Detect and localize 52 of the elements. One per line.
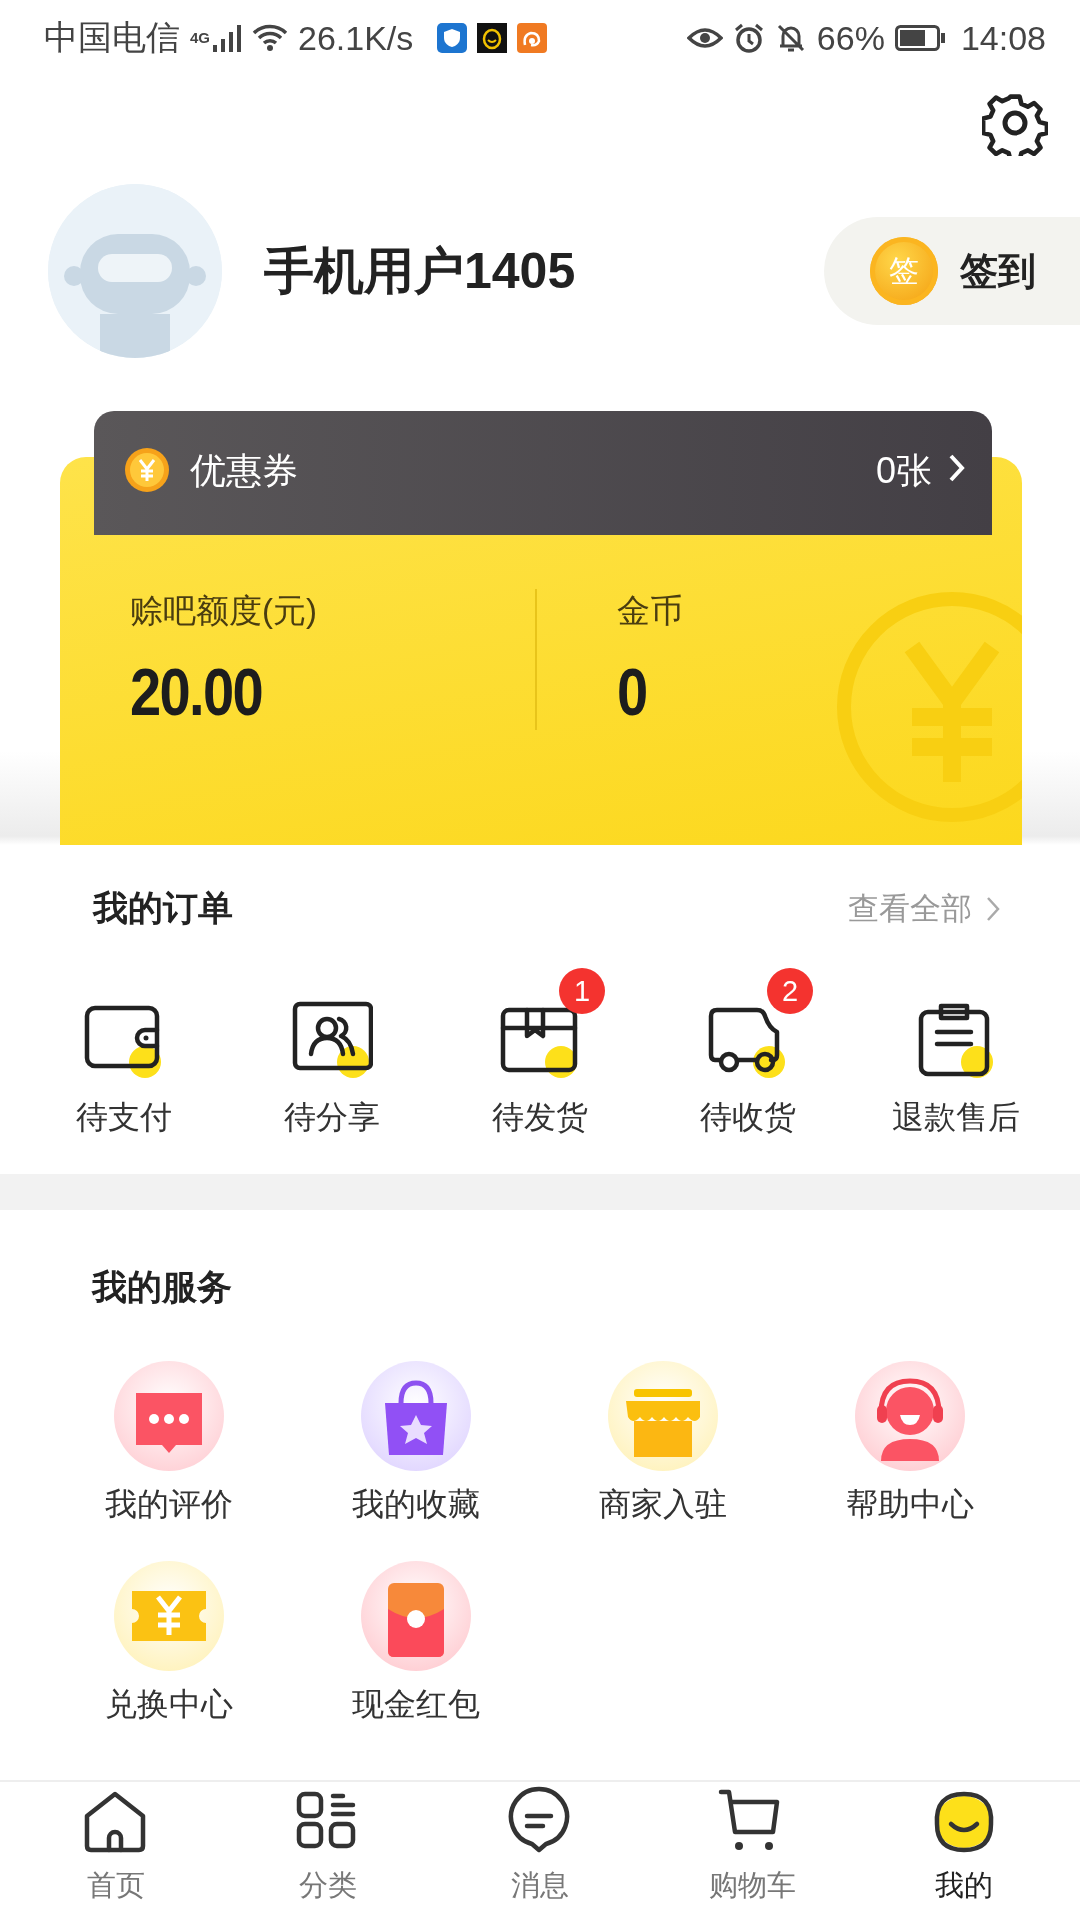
chevron-right-icon (948, 453, 966, 483)
order-status-item[interactable]: 2 待收货 (650, 966, 846, 1140)
chevron-right-icon (986, 895, 1000, 922)
coupon-bar[interactable]: 优惠券 0张 (94, 411, 992, 535)
service-item[interactable]: 商家入驻 (539, 1361, 786, 1527)
checkin-badge: 签 (870, 237, 938, 305)
user-name: 手机用户1405 (264, 241, 577, 301)
egg-app-icon (477, 23, 508, 53)
stat-label: 金币 (617, 591, 684, 631)
tab[interactable]: 分类 (222, 1782, 434, 1920)
count-badge: 1 (559, 968, 605, 1014)
store-icon (607, 1361, 718, 1471)
order-status-item[interactable]: 待分享 (234, 966, 430, 1140)
checkin-button[interactable]: 签 签到 (824, 217, 1080, 325)
stat-value: 0 (617, 654, 648, 730)
section-title: 我的服务 (90, 1266, 233, 1308)
signal-icon (212, 23, 242, 53)
stat-value: 20.00 (130, 654, 263, 730)
people-icon (291, 1000, 373, 1080)
battery-icon (894, 25, 945, 51)
order-status-item[interactable]: 1 待发货 (442, 966, 638, 1140)
tab[interactable]: 购物车 (646, 1782, 858, 1920)
coupon-count: 0张 (875, 449, 932, 493)
network-speed: 26.1K/s (298, 18, 414, 58)
service-item[interactable]: 兑换中心 (45, 1561, 292, 1727)
wifi-icon (252, 23, 288, 53)
ticket-icon (113, 1561, 224, 1671)
chat-bubble-icon (113, 1361, 224, 1471)
envelope-icon (360, 1561, 471, 1671)
shopping-bag-icon (360, 1361, 471, 1471)
tab[interactable]: 消息 (434, 1782, 646, 1920)
network-type: 4G (190, 29, 210, 46)
service-item[interactable]: 现金红包 (292, 1561, 539, 1727)
alarm-icon (732, 22, 765, 54)
coin-icon (124, 447, 170, 493)
order-status-item[interactable]: 退款售后 (858, 966, 1054, 1140)
service-item[interactable]: 帮助中心 (786, 1361, 1033, 1527)
shield-app-icon (437, 23, 468, 53)
tab[interactable]: 首页 (10, 1782, 222, 1920)
service-item[interactable]: 我的收藏 (292, 1361, 539, 1527)
clock-time: 14:08 (960, 18, 1046, 58)
coupon-label: 优惠券 (190, 449, 299, 493)
carrier-name: 中国电信 (44, 17, 180, 58)
order-status-item[interactable]: 待支付 (26, 966, 222, 1140)
battery-percent: 66% (816, 18, 885, 58)
squirrel-app-icon (517, 23, 548, 53)
section-title: 我的订单 (93, 887, 234, 929)
count-badge: 2 (767, 968, 813, 1014)
stat-label: 赊吧额度(元) (130, 591, 318, 631)
headset-icon (854, 1361, 965, 1471)
tab[interactable]: 我的 (858, 1782, 1070, 1920)
service-item[interactable]: 我的评价 (45, 1361, 292, 1527)
